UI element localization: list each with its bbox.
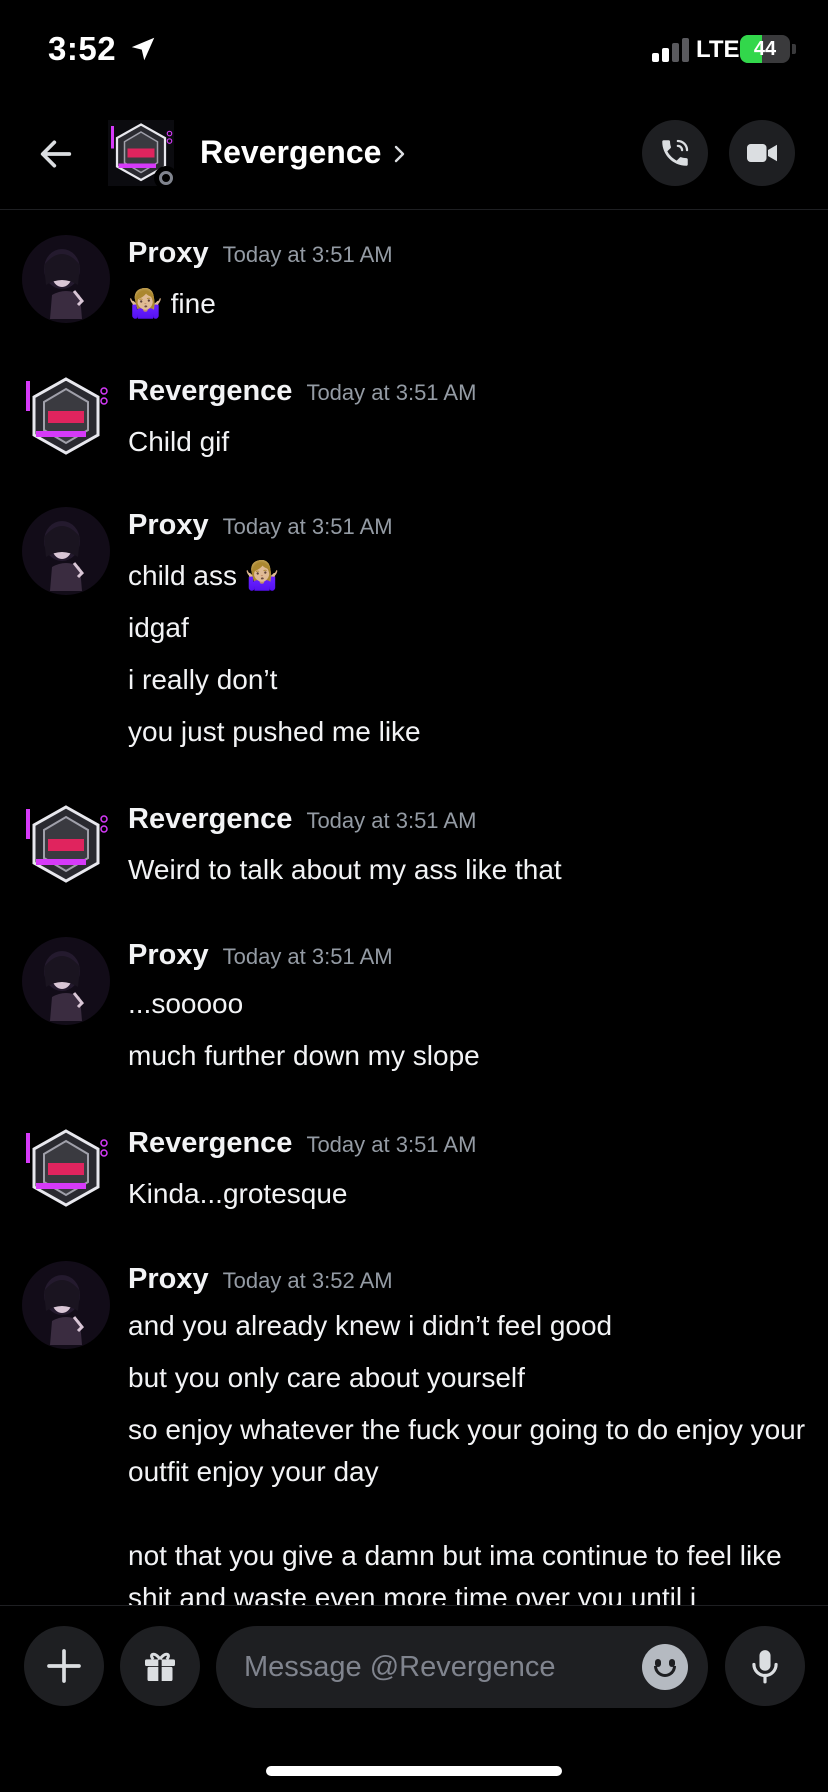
message-text[interactable]: much further down my slope xyxy=(128,1035,808,1077)
message-text[interactable]: but you only care about yourself xyxy=(128,1357,808,1399)
plus-icon xyxy=(47,1649,81,1683)
message-author[interactable]: Revergence xyxy=(128,1127,292,1159)
message-text[interactable]: Child gif xyxy=(128,421,808,463)
video-call-button[interactable] xyxy=(729,120,795,186)
message-author[interactable]: Revergence xyxy=(128,803,292,835)
cellular-signal-icon xyxy=(652,38,690,62)
chevron-right-icon[interactable] xyxy=(392,142,408,166)
message-timestamp: Today at 3:51 AM xyxy=(306,808,477,833)
message-text[interactable]: 🤷🏼‍♀️ fine xyxy=(128,283,808,325)
voice-message-button[interactable] xyxy=(725,1626,805,1706)
battery-nub xyxy=(792,44,796,54)
message-text[interactable]: idgaf xyxy=(128,607,808,649)
message-timestamp: Today at 3:51 AM xyxy=(306,380,477,405)
message-timestamp: Today at 3:51 AM xyxy=(222,514,393,539)
message-header: Proxy Today at 3:51 AM xyxy=(128,237,393,270)
revergence-avatar[interactable] xyxy=(22,373,110,461)
message-text[interactable]: Weird to talk about my ass like that xyxy=(128,849,808,891)
arrow-left-icon xyxy=(40,140,72,168)
message-text[interactable]: so enjoy whatever the fuck your going to… xyxy=(128,1409,808,1493)
message-text[interactable]: you just pushed me like xyxy=(128,711,808,753)
message-header: Proxy Today at 3:52 AM xyxy=(128,1263,393,1296)
gift-button[interactable] xyxy=(120,1626,200,1706)
add-attachment-button[interactable] xyxy=(24,1626,104,1706)
message-author[interactable]: Proxy xyxy=(128,939,209,971)
message-group: Proxy Today at 3:51 AM 🤷🏼‍♀️ fine xyxy=(0,211,828,341)
microphone-icon xyxy=(752,1650,778,1684)
message-text[interactable]: Kinda...grotesque xyxy=(128,1173,808,1215)
message-author[interactable]: Proxy xyxy=(128,509,209,541)
message-header: Proxy Today at 3:51 AM xyxy=(128,939,393,972)
message-timestamp: Today at 3:52 AM xyxy=(222,1268,393,1293)
message-group: Proxy Today at 3:52 AM and you already kn… xyxy=(0,1237,828,1605)
emoji-icon-mouth xyxy=(654,1666,676,1677)
header-avatar[interactable] xyxy=(106,120,178,190)
message-author[interactable]: Proxy xyxy=(128,1263,209,1295)
conversation-title[interactable]: Revergence xyxy=(200,134,381,171)
message-text[interactable]: child ass 🤷🏼‍♀️ xyxy=(128,555,808,597)
message-composer xyxy=(0,1605,828,1792)
revergence-avatar[interactable] xyxy=(22,1125,110,1213)
message-text[interactable]: i really don’t xyxy=(128,659,808,701)
message-group: Revergence Today at 3:51 AM Child gif xyxy=(0,349,828,479)
message-group: Revergence Today at 3:51 AM Kinda...grote… xyxy=(0,1101,828,1231)
message-header: Revergence Today at 3:51 AM xyxy=(128,803,476,836)
message-group: Revergence Today at 3:51 AM Weird to talk… xyxy=(0,777,828,907)
message-text[interactable]: ...sooooo xyxy=(128,983,808,1025)
message-timestamp: Today at 3:51 AM xyxy=(222,242,393,267)
message-header: Revergence Today at 3:51 AM xyxy=(128,1127,476,1160)
message-author[interactable]: Revergence xyxy=(128,375,292,407)
message-author[interactable]: Proxy xyxy=(128,237,209,269)
message-list[interactable]: Proxy Today at 3:51 AM 🤷🏼‍♀️ fine Reverge… xyxy=(0,211,828,1605)
conversation-header: Revergence xyxy=(0,100,828,210)
message-group: Proxy Today at 3:51 AM child ass 🤷🏼‍♀️ id… xyxy=(0,483,828,773)
proxy-avatar[interactable] xyxy=(22,937,110,1025)
video-camera-icon xyxy=(747,144,777,162)
message-timestamp: Today at 3:51 AM xyxy=(222,944,393,969)
network-type: LTE xyxy=(696,36,740,63)
message-input[interactable] xyxy=(216,1626,708,1708)
gift-icon xyxy=(145,1652,175,1681)
message-timestamp: Today at 3:51 AM xyxy=(306,1132,477,1157)
message-header: Proxy Today at 3:51 AM xyxy=(128,509,393,542)
home-indicator[interactable] xyxy=(266,1766,562,1776)
offline-status-icon xyxy=(154,166,178,190)
location-arrow-icon xyxy=(131,37,155,61)
phone-call-icon xyxy=(662,139,689,166)
status-time: 3:52 xyxy=(48,30,117,67)
proxy-avatar[interactable] xyxy=(22,1261,110,1349)
battery-icon: 44 xyxy=(740,35,790,63)
message-text[interactable]: not that you give a damn but ima continu… xyxy=(128,1535,808,1605)
voice-call-button[interactable] xyxy=(642,120,708,186)
proxy-avatar[interactable] xyxy=(22,507,110,595)
emoji-button[interactable] xyxy=(642,1644,688,1690)
battery-level: 44 xyxy=(753,38,777,60)
message-header: Revergence Today at 3:51 AM xyxy=(128,375,476,408)
revergence-avatar[interactable] xyxy=(22,801,110,889)
message-group: Proxy Today at 3:51 AM ...sooooo much fur… xyxy=(0,913,828,1097)
status-bar: 3:52 LTE 44 xyxy=(0,0,828,100)
proxy-avatar[interactable] xyxy=(22,235,110,323)
back-button[interactable] xyxy=(30,128,82,180)
message-text[interactable]: and you already knew i didn’t feel good xyxy=(128,1305,808,1347)
